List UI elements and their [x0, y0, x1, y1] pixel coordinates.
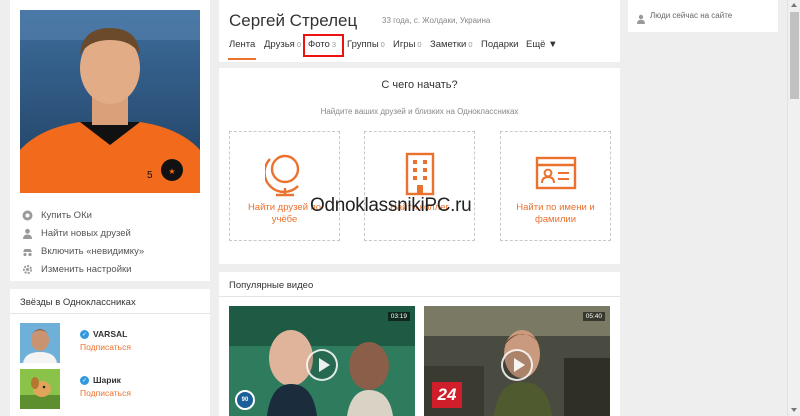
stars-title: Звёзды в Одноклассниках [20, 297, 136, 308]
ok-coin-icon [20, 208, 34, 222]
play-icon[interactable] [306, 349, 338, 381]
getting-started-card: С чего начать? Найдите ваших друзей и бл… [219, 68, 620, 264]
profile-info: 33 года, с. Жолдаки, Украина [382, 16, 491, 25]
tab-gifts[interactable]: Подарки [481, 38, 518, 62]
menu-label: Найти новых друзей [41, 227, 131, 239]
profile-avatar[interactable]: ★ 5 [20, 10, 200, 193]
tab-count: 0 [296, 40, 301, 49]
people-icon [636, 11, 646, 24]
invisible-icon [20, 244, 34, 258]
getting-started-subtitle: Найдите ваших друзей и близких на Однокл… [320, 107, 519, 116]
watermark-text: OdnoklassnikiPC.ru [310, 195, 472, 216]
find-colleagues-tile[interactable]: Найти коллег [364, 131, 475, 241]
svg-text:★: ★ [168, 167, 175, 176]
verified-icon: ✓ [80, 375, 89, 385]
stars-widget: Звёзды в Одноклассниках ✓ VARSAL Подписа… [10, 289, 210, 416]
find-friends-link[interactable]: Найти новых друзей [20, 224, 200, 242]
menu-label: Изменить настройки [41, 263, 132, 275]
svg-text:5: 5 [147, 170, 153, 181]
video-thumbnail[interactable]: 03:19 90 [229, 306, 415, 416]
buy-ok-link[interactable]: Купить ОКи [20, 206, 200, 224]
profile-sidebar: ★ 5 Купить ОКи Найти новых друзей Включи… [10, 0, 210, 281]
left-menu: Купить ОКи Найти новых друзей Включить «… [20, 206, 200, 278]
profile-header: Сергей Стрелец 33 года, с. Жолдаки, Укра… [219, 0, 620, 62]
popular-videos-title: Популярные видео [229, 280, 314, 291]
profile-name[interactable]: Сергей Стрелец [229, 11, 357, 31]
gear-icon [20, 262, 34, 276]
video-duration: 05:40 [582, 312, 605, 321]
tab-count: 0 [468, 40, 473, 49]
change-settings-link[interactable]: Изменить настройки [20, 260, 200, 278]
online-now-widget[interactable]: Люди сейчас на сайте [628, 0, 778, 32]
divider [219, 296, 620, 297]
tab-friends[interactable]: Друзья 0 [264, 38, 301, 62]
menu-label: Купить ОКи [41, 209, 92, 221]
tab-count: 0 [380, 40, 385, 49]
scroll-down-arrow-icon[interactable] [791, 408, 797, 412]
channel-badge: 24 [432, 382, 462, 408]
person-icon [20, 226, 34, 240]
star-name[interactable]: ✓ VARSAL [80, 329, 127, 339]
star-avatar[interactable] [20, 369, 60, 409]
scroll-thumb[interactable] [790, 12, 799, 99]
divider [10, 313, 210, 314]
subscribe-link[interactable]: Подписаться [80, 342, 131, 352]
play-icon[interactable] [501, 349, 533, 381]
star-avatar[interactable] [20, 323, 60, 363]
online-now-label: Люди сейчас на сайте [650, 11, 733, 20]
tab-games[interactable]: Игры 0 [393, 38, 422, 62]
tab-more[interactable]: Ещё ▼ [526, 38, 557, 62]
getting-started-title: С чего начать? [381, 79, 458, 91]
menu-label: Включить «невидимку» [41, 245, 145, 257]
id-card-icon [501, 150, 610, 198]
building-icon [365, 150, 474, 198]
scroll-up-arrow-icon[interactable] [791, 3, 797, 7]
invisible-mode-link[interactable]: Включить «невидимку» [20, 242, 200, 260]
page-scrollbar[interactable] [787, 0, 800, 416]
subscribe-link[interactable]: Подписаться [80, 388, 131, 398]
verified-icon: ✓ [80, 329, 89, 339]
photo-tab-highlight [303, 34, 344, 57]
star-item[interactable]: ✓ Шарик Подписаться [20, 369, 200, 411]
find-by-name-tile[interactable]: Найти по имени и фамилии [500, 131, 611, 241]
star-name[interactable]: ✓ Шарик [80, 375, 121, 385]
tab-notes[interactable]: Заметки 0 [430, 38, 473, 62]
globe-icon [230, 150, 339, 198]
tile-label: Найти по имени и фамилии [516, 202, 595, 225]
tab-feed[interactable]: Лента [227, 38, 257, 62]
profile-tabs: Лента Друзья 0 Фото 3 Группы 0 Игры 0 Заметк… [219, 38, 620, 62]
popular-videos-card: Популярные видео 03:19 90 05:40 24 [219, 272, 620, 416]
video-thumbnail[interactable]: 05:40 24 [424, 306, 610, 416]
find-classmates-tile[interactable]: Найти друзей по учёбе [229, 131, 340, 241]
video-duration: 03:19 [387, 312, 410, 321]
tab-count: 0 [417, 40, 422, 49]
tab-groups[interactable]: Группы 0 [347, 38, 385, 62]
channel-badge: 90 [235, 390, 255, 410]
star-item[interactable]: ✓ VARSAL Подписаться [20, 323, 200, 365]
